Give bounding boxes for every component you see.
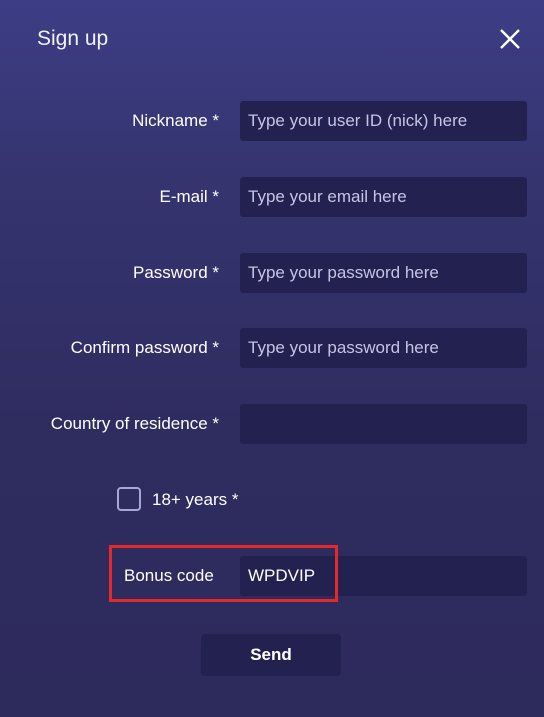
nickname-row: Nickname * (0, 101, 544, 141)
send-button[interactable]: Send (201, 634, 341, 676)
country-label: Country of residence * (50, 414, 219, 433)
close-icon (500, 29, 520, 49)
confirm-password-input[interactable] (240, 328, 527, 368)
bonus-code-label: Bonus code (124, 566, 214, 585)
password-input[interactable] (240, 253, 527, 293)
password-label: Password * (133, 263, 219, 282)
nickname-input[interactable] (240, 101, 527, 141)
close-button[interactable] (498, 27, 522, 51)
confirm-password-row: Confirm password * (0, 328, 544, 368)
bonus-code-input[interactable] (240, 556, 527, 596)
email-input[interactable] (240, 177, 527, 217)
email-label: E-mail * (159, 187, 219, 206)
confirm-password-label: Confirm password * (70, 338, 219, 357)
age-checkbox-label: 18+ years * (152, 490, 239, 509)
age-checkbox[interactable] (117, 487, 141, 511)
password-row: Password * (0, 253, 544, 293)
bonus-code-row: Bonus code (0, 556, 544, 596)
nickname-label: Nickname * (132, 111, 219, 130)
dialog-title: Sign up (37, 27, 109, 50)
email-row: E-mail * (0, 177, 544, 217)
country-input[interactable] (240, 404, 527, 444)
country-row: Country of residence * (0, 404, 544, 444)
